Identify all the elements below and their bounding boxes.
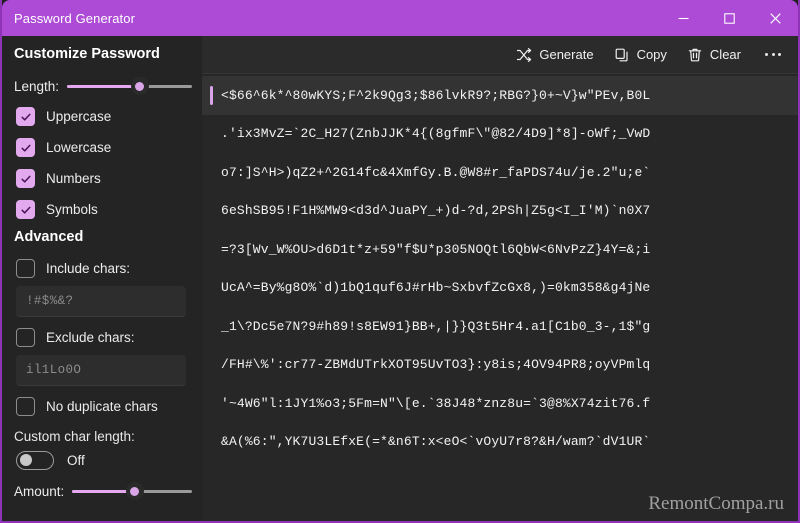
no-duplicate-chars-label: No duplicate chars — [46, 399, 158, 414]
window-body: Customize Password Length: Uppercase Low… — [2, 36, 798, 521]
password-text: UcA^=By%g8O%`d)1bQ1quf6J#rHb~SxbvfZcGx8,… — [221, 280, 651, 296]
symbols-checkbox[interactable] — [16, 200, 35, 219]
toolbar: Generate Copy Clear — [202, 36, 798, 74]
ellipsis-icon — [765, 53, 781, 56]
password-output-area[interactable]: <$66^6k*^80wKYS;F^2k9Qg3;$86lvkR9?;RBG?}… — [202, 74, 798, 521]
option-include-chars[interactable]: Include chars: — [2, 253, 202, 284]
include-chars-label: Include chars: — [46, 261, 131, 276]
length-slider-fill — [67, 84, 140, 88]
close-icon — [769, 12, 781, 24]
copy-button[interactable]: Copy — [605, 40, 676, 70]
password-line[interactable]: _1\?Dc5e7N?9#h89!s8EW91}BB+,|}}Q3t5Hr4.a… — [202, 307, 798, 346]
length-slider[interactable] — [67, 76, 192, 96]
more-options-button[interactable] — [756, 40, 790, 70]
watermark: RemontCompa.ru — [648, 493, 784, 514]
length-slider-thumb[interactable] — [130, 77, 149, 95]
password-line[interactable]: .'ix3MvZ=`2C_H27(ZnbJJK*4{(8gfmF\"@82/4D… — [202, 115, 798, 154]
password-line[interactable]: <$66^6k*^80wKYS;F^2k9Qg3;$86lvkR9?;RBG?}… — [202, 76, 798, 115]
include-chars-checkbox[interactable] — [16, 259, 35, 278]
custom-char-length-toggle[interactable] — [16, 450, 54, 470]
option-lowercase[interactable]: Lowercase — [2, 132, 202, 163]
advanced-heading: Advanced — [14, 229, 84, 245]
include-chars-placeholder: !#$%&? — [26, 294, 74, 308]
option-numbers[interactable]: Numbers — [2, 163, 202, 194]
panel-heading: Customize Password — [14, 46, 160, 62]
generate-label: Generate — [539, 47, 594, 62]
uppercase-checkbox[interactable] — [16, 107, 35, 126]
option-exclude-chars[interactable]: Exclude chars: — [2, 322, 202, 353]
copy-icon — [614, 47, 630, 63]
copy-label: Copy — [636, 47, 667, 62]
length-slider-row: Length: — [2, 71, 202, 101]
password-text: 6eShSB95!F1H%MW9<d3d^JuaPY_+)d-?d,2PSh|Z… — [221, 203, 651, 219]
amount-slider[interactable] — [72, 481, 192, 501]
exclude-chars-checkbox[interactable] — [16, 328, 35, 347]
amount-slider-row: Amount: — [2, 476, 202, 506]
password-text: =?3[Wv_W%OU>d6D1t*z+59"f$U*p305NOQtl6QbW… — [221, 241, 651, 257]
text-cursor — [210, 85, 213, 105]
maximize-icon — [723, 12, 735, 24]
minimize-button[interactable] — [660, 0, 706, 36]
password-text: <$66^6k*^80wKYS;F^2k9Qg3;$86lvkR9?;RBG?}… — [221, 87, 651, 103]
password-text: '~4W6"l:1JY1%o3;5Fm=N"\[e.`38J48*znz8u=`… — [221, 395, 651, 411]
numbers-label: Numbers — [46, 171, 101, 186]
custom-char-length-state: Off — [67, 452, 85, 468]
password-line[interactable]: &A(%6:",YK7U3LEfxE(=*&n6T:x<eO<`vOyU7r8?… — [202, 423, 798, 462]
generate-button[interactable]: Generate — [507, 40, 602, 70]
no-duplicate-chars-checkbox[interactable] — [16, 397, 35, 416]
custom-char-length-toggle-row: Off — [2, 444, 202, 476]
length-label: Length: — [14, 78, 60, 94]
password-line[interactable]: /FH#\%':cr77-ZBMdUTrkXOT95UvTO3}:y8is;4O… — [202, 346, 798, 385]
custom-char-length-label: Custom char length: — [14, 429, 135, 444]
password-line[interactable]: 6eShSB95!F1H%MW9<d3d^JuaPY_+)d-?d,2PSh|Z… — [202, 192, 798, 231]
amount-label: Amount: — [14, 483, 65, 499]
password-text: _1\?Dc5e7N?9#h89!s8EW91}BB+,|}}Q3t5Hr4.a… — [221, 318, 651, 334]
output-panel: Generate Copy Clear <$66^6k*^80wKYS;F^2k… — [202, 36, 798, 521]
option-symbols[interactable]: Symbols — [2, 194, 202, 225]
clear-label: Clear — [709, 47, 741, 62]
password-line[interactable]: UcA^=By%g8O%`d)1bQ1quf6J#rHb~SxbvfZcGx8,… — [202, 269, 798, 308]
window-controls — [660, 0, 798, 36]
password-generator-window: Password Generator Customize Password Le… — [0, 0, 800, 523]
password-line[interactable]: o7:]S^H>)qZ2+^2G14fc&4XmfGy.B.@W8#r_faPD… — [202, 153, 798, 192]
numbers-checkbox[interactable] — [16, 169, 35, 188]
password-line[interactable]: '~4W6"l:1JY1%o3;5Fm=N"\[e.`38J48*znz8u=`… — [202, 384, 798, 423]
close-button[interactable] — [752, 0, 798, 36]
lowercase-label: Lowercase — [46, 140, 112, 155]
password-text: /FH#\%':cr77-ZBMdUTrkXOT95UvTO3}:y8is;4O… — [221, 357, 651, 373]
amount-slider-thumb[interactable] — [125, 482, 144, 500]
password-text: &A(%6:",YK7U3LEfxE(=*&n6T:x<eO<`vOyU7r8?… — [221, 434, 651, 450]
clear-button[interactable]: Clear — [678, 40, 750, 70]
window-title: Password Generator — [14, 10, 136, 26]
option-no-duplicate-chars[interactable]: No duplicate chars — [2, 391, 202, 422]
customize-panel: Customize Password Length: Uppercase Low… — [2, 36, 202, 521]
lowercase-checkbox[interactable] — [16, 138, 35, 157]
password-line[interactable]: =?3[Wv_W%OU>d6D1t*z+59"f$U*p305NOQtl6QbW… — [202, 230, 798, 269]
toggle-knob — [20, 454, 32, 466]
exclude-chars-input[interactable]: il1Lo0O — [16, 355, 186, 386]
shuffle-icon — [516, 47, 532, 63]
password-text: .'ix3MvZ=`2C_H27(ZnbJJK*4{(8gfmF\"@82/4D… — [221, 126, 651, 142]
uppercase-label: Uppercase — [46, 109, 112, 124]
symbols-label: Symbols — [46, 202, 98, 217]
exclude-chars-placeholder: il1Lo0O — [26, 363, 82, 377]
option-uppercase[interactable]: Uppercase — [2, 101, 202, 132]
trash-icon — [687, 47, 703, 63]
minimize-icon — [678, 13, 689, 24]
maximize-button[interactable] — [706, 0, 752, 36]
password-text: o7:]S^H>)qZ2+^2G14fc&4XmfGy.B.@W8#r_faPD… — [221, 164, 651, 180]
exclude-chars-label: Exclude chars: — [46, 330, 135, 345]
include-chars-input[interactable]: !#$%&? — [16, 286, 186, 317]
title-bar: Password Generator — [2, 0, 798, 36]
